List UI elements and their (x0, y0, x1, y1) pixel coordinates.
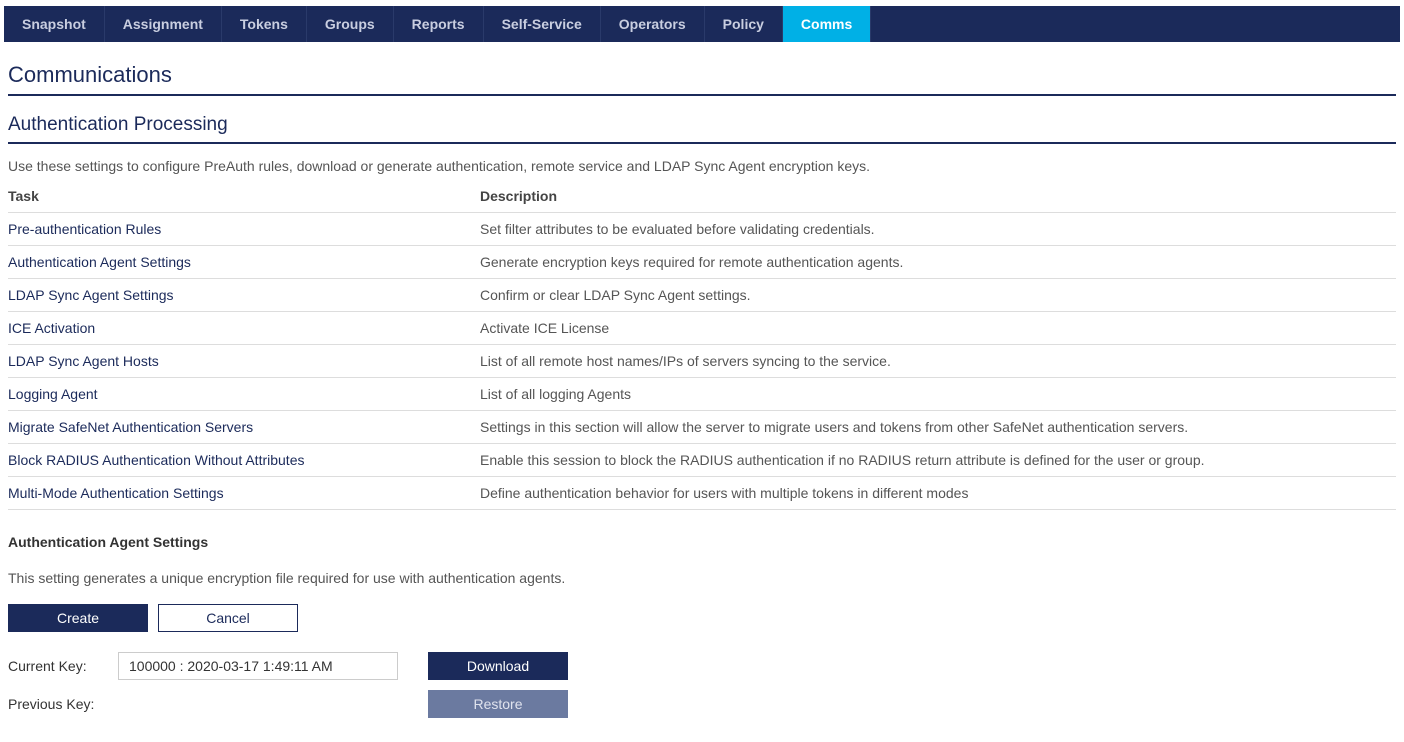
top-nav: Snapshot Assignment Tokens Groups Report… (4, 6, 1400, 42)
task-desc: Set filter attributes to be evaluated be… (480, 213, 1396, 246)
task-desc: List of all remote host names/IPs of ser… (480, 345, 1396, 378)
nav-tab-policy[interactable]: Policy (705, 6, 783, 42)
nav-tab-snapshot[interactable]: Snapshot (4, 6, 105, 42)
create-button[interactable]: Create (8, 604, 148, 632)
table-row: ICE Activation Activate ICE License (8, 312, 1396, 345)
subsection-desc: This setting generates a unique encrypti… (8, 550, 1396, 604)
task-link-logging-agent[interactable]: Logging Agent (8, 386, 98, 402)
task-desc: Generate encryption keys required for re… (480, 246, 1396, 279)
task-header: Task (8, 184, 480, 213)
section-title: Authentication Processing (8, 96, 1396, 144)
task-link-auth-agent-settings[interactable]: Authentication Agent Settings (8, 254, 191, 270)
cancel-button[interactable]: Cancel (158, 604, 298, 632)
task-table: Task Description Pre-authentication Rule… (8, 184, 1396, 510)
task-desc: Confirm or clear LDAP Sync Agent setting… (480, 279, 1396, 312)
current-key-label: Current Key: (8, 658, 108, 674)
intro-text: Use these settings to configure PreAuth … (8, 144, 1396, 184)
restore-button: Restore (428, 690, 568, 718)
nav-tab-reports[interactable]: Reports (394, 6, 484, 42)
download-button[interactable]: Download (428, 652, 568, 680)
table-row: LDAP Sync Agent Hosts List of all remote… (8, 345, 1396, 378)
task-link-multi-mode[interactable]: Multi-Mode Authentication Settings (8, 485, 224, 501)
previous-key-label: Previous Key: (8, 696, 108, 712)
current-key-input[interactable] (118, 652, 398, 680)
task-desc: Activate ICE License (480, 312, 1396, 345)
table-row: Multi-Mode Authentication Settings Defin… (8, 477, 1396, 510)
nav-tab-operators[interactable]: Operators (601, 6, 705, 42)
task-desc: Enable this session to block the RADIUS … (480, 444, 1396, 477)
task-desc: Define authentication behavior for users… (480, 477, 1396, 510)
task-link-ice-activation[interactable]: ICE Activation (8, 320, 95, 336)
task-link-preauth-rules[interactable]: Pre-authentication Rules (8, 221, 161, 237)
table-row: Block RADIUS Authentication Without Attr… (8, 444, 1396, 477)
table-row: Authentication Agent Settings Generate e… (8, 246, 1396, 279)
table-row: LDAP Sync Agent Settings Confirm or clea… (8, 279, 1396, 312)
create-cancel-row: Create Cancel (8, 604, 1396, 632)
nav-tab-groups[interactable]: Groups (307, 6, 394, 42)
task-link-ldap-sync-hosts[interactable]: LDAP Sync Agent Hosts (8, 353, 159, 369)
task-desc: Settings in this section will allow the … (480, 411, 1396, 444)
table-row: Pre-authentication Rules Set filter attr… (8, 213, 1396, 246)
task-link-migrate-safenet[interactable]: Migrate SafeNet Authentication Servers (8, 419, 253, 435)
task-link-block-radius[interactable]: Block RADIUS Authentication Without Attr… (8, 452, 304, 468)
content-area: Communications Authentication Processing… (0, 42, 1404, 718)
nav-tab-self-service[interactable]: Self-Service (484, 6, 601, 42)
task-link-ldap-sync-settings[interactable]: LDAP Sync Agent Settings (8, 287, 174, 303)
nav-tab-comms[interactable]: Comms (783, 6, 871, 42)
task-desc: List of all logging Agents (480, 378, 1396, 411)
table-row: Logging Agent List of all logging Agents (8, 378, 1396, 411)
key-grid: Current Key: Download Previous Key: Rest… (8, 652, 1396, 718)
page-title: Communications (8, 52, 1396, 96)
nav-tab-tokens[interactable]: Tokens (222, 6, 307, 42)
table-row: Migrate SafeNet Authentication Servers S… (8, 411, 1396, 444)
description-header: Description (480, 184, 1396, 213)
nav-tab-assignment[interactable]: Assignment (105, 6, 222, 42)
subsection-title: Authentication Agent Settings (8, 510, 1396, 550)
